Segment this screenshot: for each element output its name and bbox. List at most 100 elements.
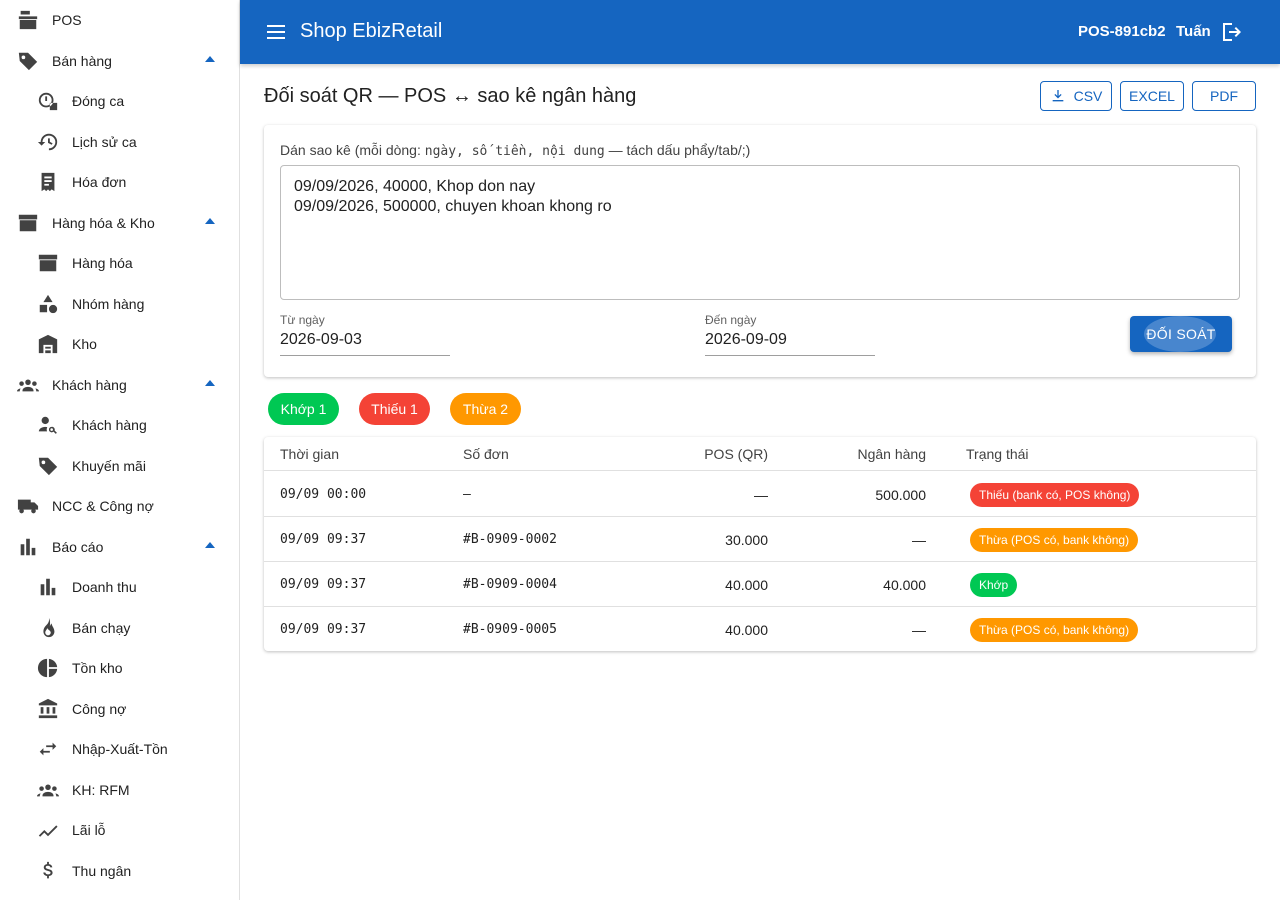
sidebar-item-cong-no[interactable]: Công nợ — [0, 688, 240, 728]
bank-icon — [36, 697, 60, 721]
cell-time: 09/09 09:37 — [280, 622, 367, 637]
pie-chart-icon — [36, 656, 60, 680]
from-date-input[interactable]: 2026-09-03 — [280, 331, 450, 356]
sidebar-item-label: Báo cáo — [52, 539, 104, 555]
sidebar-item-pos[interactable]: POS — [0, 0, 240, 40]
header-bank[interactable]: Ngân hàng — [826, 446, 926, 462]
cell-order: – — [463, 487, 471, 502]
chip-matched[interactable]: Khớp 1 — [268, 393, 339, 425]
sidebar-item-hoa-don[interactable]: Hóa đơn — [0, 162, 240, 202]
sidebar-item-ton-kho[interactable]: Tồn kho — [0, 648, 240, 688]
export-excel-button[interactable]: EXCEL — [1120, 81, 1184, 111]
sidebar-item-hang-hoa[interactable]: Hàng hóa — [0, 243, 240, 283]
status-badge: Thừa (POS có, bank không) — [970, 528, 1139, 552]
reconcile-form-card: Dán sao kê (mỗi dòng: ngày, số tiền, nội… — [264, 125, 1256, 377]
sidebar-item-lich-su-ca[interactable]: Lịch sử ca — [0, 121, 240, 161]
export-excel-label: EXCEL — [1129, 88, 1175, 104]
to-date-input[interactable]: 2026-09-09 — [705, 331, 875, 356]
sidebar-item-khach-hang[interactable]: Khách hàng — [0, 405, 240, 445]
from-date-label: Từ ngày — [280, 313, 325, 327]
export-csv-button[interactable]: CSV — [1040, 81, 1112, 111]
cell-pos: 30.000 — [725, 532, 768, 548]
cell-order: #B-0909-0004 — [463, 577, 557, 592]
reconcile-button[interactable]: ĐỐI SOÁT — [1130, 316, 1232, 352]
table-header: Thời gian Số đơn POS (QR) Ngân hàng Trạn… — [264, 437, 1256, 471]
sidebar-item-label: Lịch sử ca — [72, 134, 137, 150]
sidebar-item-label: Khuyến mãi — [72, 458, 146, 474]
cell-bank: 40.000 — [883, 577, 926, 593]
sidebar-item-label: Khách hàng — [52, 377, 127, 393]
sidebar-item-khuyen-mai[interactable]: Khuyến mãi — [0, 445, 240, 485]
cell-time: 09/09 00:00 — [280, 487, 367, 502]
category-shapes-icon — [36, 292, 60, 316]
reconcile-button-label: ĐỐI SOÁT — [1146, 326, 1216, 342]
fire-icon — [36, 616, 60, 640]
bar-chart-icon — [36, 575, 60, 599]
sidebar-item-kh-rfm[interactable]: KH: RFM — [0, 769, 240, 809]
clock-lock-icon — [36, 89, 60, 113]
table-row[interactable]: 09/09 09:37 #B-0909-0004 40.000 40.000 K… — [264, 562, 1256, 607]
sidebar-item-thu-ngan[interactable]: Thu ngân — [0, 850, 240, 890]
chip-excess[interactable]: Thừa 2 — [450, 393, 521, 425]
paste-label: Dán sao kê (mỗi dòng: ngày, số tiền, nội… — [280, 142, 751, 159]
status-badge: Thiếu (bank có, POS không) — [970, 483, 1140, 507]
history-icon — [36, 130, 60, 154]
logout-icon[interactable] — [1220, 20, 1244, 44]
sidebar-item-nhom-hang[interactable]: Nhóm hàng — [0, 283, 240, 323]
cell-bank: — — [912, 532, 926, 548]
sidebar-item-lai-lo[interactable]: Lãi lỗ — [0, 810, 240, 850]
archive-icon — [16, 211, 40, 235]
receipt-icon — [36, 170, 60, 194]
sidebar-item-dong-ca[interactable]: Đóng ca — [0, 81, 240, 121]
sidebar-item-label: Bán chạy — [72, 620, 131, 636]
sidebar-item-label: Bán hàng — [52, 53, 112, 69]
sidebar-item-label: POS — [52, 12, 82, 28]
sidebar-item-hang-hoa-kho[interactable]: Hàng hóa & Kho — [0, 202, 240, 242]
trending-icon — [36, 818, 60, 842]
sidebar-item-ban-chay[interactable]: Bán chạy — [0, 607, 240, 647]
sidebar-item-nhap-xuat-ton[interactable]: Nhập-Xuất-Tồn — [0, 729, 240, 769]
header-order[interactable]: Số đơn — [463, 446, 509, 462]
cell-bank: — — [912, 622, 926, 638]
swap-arrows-icon — [36, 737, 60, 761]
chevron-up-icon[interactable] — [205, 380, 215, 386]
chip-missing[interactable]: Thiếu 1 — [359, 393, 430, 425]
header-status[interactable]: Trạng thái — [966, 446, 1029, 462]
cell-time: 09/09 09:37 — [280, 577, 367, 592]
sidebar-item-label: Khách hàng — [72, 417, 147, 433]
export-pdf-button[interactable]: PDF — [1192, 81, 1256, 111]
header-pos[interactable]: POS (QR) — [668, 446, 768, 462]
status-badge: Thừa (POS có, bank không) — [970, 618, 1139, 642]
cell-bank: 500.000 — [875, 487, 926, 503]
reconcile-table: Thời gian Số đơn POS (QR) Ngân hàng Trạn… — [264, 437, 1256, 651]
user-name: Tuấn — [1176, 23, 1211, 40]
sidebar-item-ban-hang[interactable]: Bán hàng — [0, 40, 240, 80]
person-search-icon — [36, 413, 60, 437]
header-time[interactable]: Thời gian — [280, 446, 339, 462]
cell-pos: 40.000 — [725, 622, 768, 638]
device-id: POS-891cb2 — [1078, 23, 1166, 40]
chevron-up-icon[interactable] — [205, 56, 215, 62]
sidebar-item-kho[interactable]: Kho — [0, 324, 240, 364]
sidebar-item-label: Đóng ca — [72, 93, 125, 109]
chevron-up-icon[interactable] — [205, 542, 215, 548]
to-date-field[interactable]: Đến ngày 2026-09-09 — [705, 313, 875, 356]
table-row[interactable]: 09/09 00:00 – — 500.000 Thiếu (bank có, … — [264, 472, 1256, 517]
table-row[interactable]: 09/09 09:37 #B-0909-0005 40.000 — Thừa (… — [264, 607, 1256, 652]
sidebar-item-khach-hang-group[interactable]: Khách hàng — [0, 364, 240, 404]
sidebar-item-doanh-thu[interactable]: Doanh thu — [0, 567, 240, 607]
archive-icon — [36, 251, 60, 275]
sidebar-item-bao-cao[interactable]: Báo cáo — [0, 526, 240, 566]
statement-textarea[interactable] — [280, 165, 1240, 300]
to-date-label: Đến ngày — [705, 313, 757, 327]
sidebar-item-label: Công nợ — [72, 701, 127, 717]
app-bar: Shop EbizRetail POS-891cb2 Tuấn — [240, 0, 1280, 64]
sidebar-item-label: Hàng hóa — [72, 255, 133, 271]
sidebar-item-label: Lãi lỗ — [72, 822, 106, 838]
table-row[interactable]: 09/09 09:37 #B-0909-0002 30.000 — Thừa (… — [264, 517, 1256, 562]
from-date-field[interactable]: Từ ngày 2026-09-03 — [280, 313, 450, 356]
menu-icon[interactable] — [264, 20, 288, 44]
chevron-up-icon[interactable] — [205, 218, 215, 224]
cell-order: #B-0909-0002 — [463, 532, 557, 547]
sidebar-item-ncc-cong-no[interactable]: NCC & Công nợ — [0, 486, 240, 526]
